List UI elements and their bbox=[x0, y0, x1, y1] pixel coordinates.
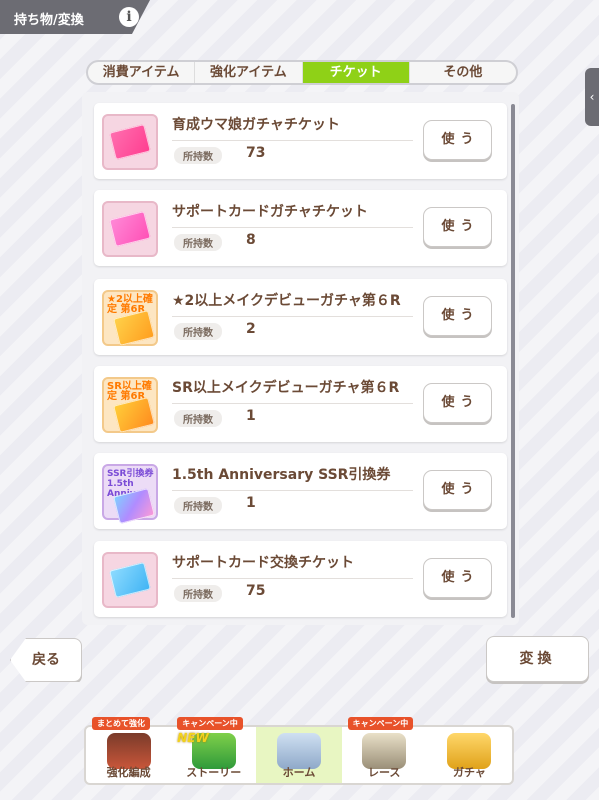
use-button[interactable]: 使う bbox=[423, 120, 492, 160]
divider bbox=[172, 578, 413, 579]
tab-tickets[interactable]: チケット bbox=[302, 62, 410, 83]
divider bbox=[172, 403, 413, 404]
nav-label: 強化編成 bbox=[106, 766, 151, 779]
item-name: サポートカード交換チケット bbox=[172, 555, 354, 571]
nav-label: ガチャ bbox=[452, 766, 486, 779]
nav-gacha[interactable]: ガチャ bbox=[427, 727, 512, 783]
divider bbox=[172, 227, 413, 228]
exchange-button[interactable]: 変換 bbox=[486, 636, 589, 682]
pink-ticket-icon bbox=[102, 201, 158, 257]
owned-count: 75 bbox=[246, 583, 266, 599]
side-panel-handle-icon[interactable]: ‹ bbox=[585, 68, 599, 126]
nav-story[interactable]: キャンペーン中 NEW ストーリー bbox=[171, 717, 256, 783]
use-button[interactable]: 使う bbox=[423, 296, 492, 336]
nav-race[interactable]: キャンペーン中 レース bbox=[342, 717, 427, 783]
owned-label: 所持数 bbox=[174, 147, 222, 164]
orange-ticket-icon: ★2以上確定 第6R bbox=[102, 290, 158, 346]
scrollbar[interactable] bbox=[511, 104, 515, 618]
use-button[interactable]: 使う bbox=[423, 558, 492, 598]
list-item: サポートカードガチャチケット 所持数 8 使う bbox=[94, 190, 507, 266]
owned-label: 所持数 bbox=[174, 497, 222, 514]
item-name: SR以上メイクデビューガチャ第６R bbox=[172, 380, 400, 396]
owned-label: 所持数 bbox=[174, 410, 222, 427]
owned-count: 1 bbox=[246, 495, 256, 511]
rainbow-ticket-icon: SSR引換券 1.5th Anniv. bbox=[102, 464, 158, 524]
orange-ticket-icon: SR以上確定 第6R bbox=[102, 377, 158, 433]
owned-label: 所持数 bbox=[174, 585, 222, 602]
tab-enhancement-items[interactable]: 強化アイテム bbox=[195, 62, 303, 83]
list-item: 育成ウマ娘ガチャチケット 所持数 73 使う bbox=[94, 103, 507, 179]
list-item: ★2以上確定 第6R ★2以上メイクデビューガチャ第６R 所持数 2 使う bbox=[94, 279, 507, 355]
owned-count: 1 bbox=[246, 408, 256, 424]
pink-ticket-icon bbox=[102, 114, 158, 170]
blue-ticket-icon bbox=[102, 552, 158, 608]
list-item: SSR引換券 1.5th Anniv. 1.5th Anniversary SS… bbox=[94, 453, 507, 529]
owned-count: 8 bbox=[246, 232, 256, 248]
nav-label: ホーム bbox=[282, 766, 316, 779]
campaign-badge: まとめて強化 bbox=[92, 717, 150, 730]
divider bbox=[172, 316, 413, 317]
item-name: サポートカードガチャチケット bbox=[172, 204, 368, 220]
campaign-badge: キャンペーン中 bbox=[347, 717, 414, 730]
item-name: 1.5th Anniversary SSR引換券 bbox=[172, 467, 391, 483]
page-title: 持ち物/変換 bbox=[14, 13, 84, 28]
info-icon[interactable]: i bbox=[119, 7, 139, 27]
list-item: SR以上確定 第6R SR以上メイクデビューガチャ第６R 所持数 1 使う bbox=[94, 366, 507, 442]
nav-label: ストーリー bbox=[186, 766, 242, 779]
divider bbox=[172, 490, 413, 491]
use-button[interactable]: 使う bbox=[423, 383, 492, 423]
new-badge: NEW bbox=[177, 731, 209, 745]
use-button[interactable]: 使う bbox=[423, 470, 492, 510]
nav-label: レース bbox=[367, 766, 401, 779]
bottom-nav: まとめて強化 強化編成 キャンペーン中 NEW ストーリー ホーム キャンペーン… bbox=[84, 717, 514, 785]
divider bbox=[172, 140, 413, 141]
tab-consumable-items[interactable]: 消費アイテム bbox=[88, 62, 196, 83]
owned-count: 2 bbox=[246, 321, 256, 337]
item-name: 育成ウマ娘ガチャチケット bbox=[172, 117, 340, 133]
list-item: サポートカード交換チケット 所持数 75 使う bbox=[94, 541, 507, 617]
use-button[interactable]: 使う bbox=[423, 207, 492, 247]
owned-count: 73 bbox=[246, 145, 266, 161]
category-tabs: 消費アイテム 強化アイテム チケット その他 bbox=[86, 60, 518, 85]
nav-home[interactable]: ホーム bbox=[256, 727, 342, 783]
owned-label: 所持数 bbox=[174, 323, 222, 340]
nav-enhance[interactable]: まとめて強化 強化編成 bbox=[86, 717, 171, 783]
item-name: ★2以上メイクデビューガチャ第６R bbox=[172, 293, 401, 309]
campaign-badge: キャンペーン中 bbox=[177, 717, 243, 730]
tab-other[interactable]: その他 bbox=[410, 62, 516, 83]
owned-label: 所持数 bbox=[174, 234, 222, 251]
